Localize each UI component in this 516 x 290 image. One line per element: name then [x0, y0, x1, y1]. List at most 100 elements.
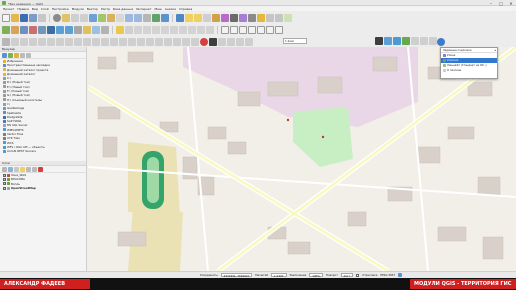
menu-analysis[interactable]: Анализ [165, 7, 176, 11]
advanced-digitizing-icon[interactable] [2, 37, 10, 46]
simplify-icon[interactable] [38, 37, 46, 46]
layer-styling-icon[interactable] [209, 37, 217, 46]
run-action-icon[interactable] [227, 37, 235, 46]
paste-features-icon[interactable] [188, 26, 196, 34]
merge-features-icon[interactable] [65, 37, 73, 46]
messages-icon[interactable] [398, 273, 403, 277]
gps-icon[interactable] [182, 37, 190, 46]
collapse-all-icon[interactable] [20, 52, 25, 58]
qms-search-icon[interactable] [384, 37, 392, 45]
map-tool-icon[interactable] [411, 37, 419, 45]
menu-view[interactable]: Вид [32, 7, 38, 11]
menu-mesh[interactable]: Меш [155, 7, 162, 11]
add-raster-layer-icon[interactable] [11, 26, 19, 34]
delete-part-icon[interactable] [128, 37, 136, 46]
measure-icon[interactable] [248, 13, 256, 22]
zoom-full-icon[interactable] [89, 13, 97, 22]
map-tips-icon[interactable] [257, 13, 265, 22]
dropdown-item[interactable]: О плагине [441, 68, 497, 73]
delete-selected-icon[interactable] [161, 26, 169, 34]
expand-all-icon[interactable] [26, 166, 31, 172]
crs-button[interactable]: EPSG:3857 [380, 273, 395, 277]
plugin-manager-icon[interactable] [236, 37, 244, 46]
menu-settings[interactable]: Настройки [52, 7, 69, 11]
open-project-icon[interactable] [11, 13, 19, 22]
menu-plugins[interactable]: Модули [72, 7, 84, 11]
rotation-field[interactable]: 0,0 ° [340, 273, 354, 278]
record-icon[interactable] [200, 37, 208, 46]
add-wms-icon[interactable] [56, 26, 64, 34]
statistical-summary-icon[interactable] [239, 13, 247, 22]
grid-icon[interactable] [429, 37, 437, 45]
zoom-to-layer-icon[interactable] [107, 13, 115, 22]
pan-icon[interactable] [53, 13, 61, 22]
scale-field[interactable]: 1:2307 [271, 273, 287, 278]
manage-visibility-icon[interactable] [14, 166, 19, 172]
add-postgis-icon[interactable] [47, 26, 55, 34]
layer-visibility-checkbox[interactable]: ✓ [3, 173, 6, 177]
vertex-tool-icon[interactable] [152, 26, 160, 34]
new-shapefile-icon[interactable] [92, 26, 100, 34]
pan-to-selection-icon[interactable] [62, 13, 70, 22]
select-by-value-icon[interactable] [194, 13, 202, 22]
add-delimited-text-icon[interactable] [29, 26, 37, 34]
attribute-table-icon[interactable] [212, 13, 220, 22]
copy-move-icon[interactable] [146, 37, 154, 46]
show-hide-labels-icon[interactable] [248, 26, 256, 34]
coordinate-capture-icon[interactable] [191, 37, 199, 46]
scale-combo[interactable]: 1:1мм [283, 38, 307, 44]
label-icon[interactable] [221, 26, 229, 34]
rotate-label-icon[interactable] [266, 26, 274, 34]
show-bookmarks-icon[interactable] [275, 13, 283, 22]
select-features-icon[interactable] [185, 13, 193, 22]
print-layout-icon[interactable] [29, 13, 37, 22]
menu-layer[interactable]: Слой [41, 7, 49, 11]
deselect-icon[interactable] [203, 13, 211, 22]
redo-icon[interactable] [206, 26, 214, 34]
menu-help[interactable]: Справка [179, 7, 192, 11]
temporal-controller-icon[interactable] [152, 13, 160, 22]
layer-visibility-checkbox[interactable]: ✓ [3, 182, 6, 186]
coordinate-field[interactable]: 5430441, 7629947 [220, 273, 253, 278]
menu-vector[interactable]: Вектор [87, 7, 98, 11]
split-features-icon[interactable] [56, 37, 64, 46]
filter-icon[interactable] [420, 37, 428, 45]
add-spatialite-icon[interactable] [38, 26, 46, 34]
render-checkbox[interactable] [356, 273, 360, 277]
add-ring-icon[interactable] [47, 37, 55, 46]
filter-legend-icon[interactable] [20, 166, 25, 172]
layer-visibility-checkbox[interactable]: ✓ [3, 177, 6, 181]
menu-web[interactable]: Интернет [136, 7, 151, 11]
add-vector-layer-icon[interactable] [2, 26, 10, 34]
scale-feature-icon[interactable] [155, 37, 163, 46]
browser-item[interactable]: ArcGIS REST Servers [3, 149, 86, 153]
georeferencer-icon[interactable] [173, 37, 181, 46]
fill-ring-icon[interactable] [110, 37, 118, 46]
properties-icon[interactable] [26, 52, 31, 58]
snapping-icon[interactable] [11, 37, 19, 46]
quickmapservices-icon[interactable] [437, 38, 445, 46]
globe-icon[interactable] [393, 37, 401, 45]
new-project-icon[interactable] [2, 13, 10, 22]
new-map-view-icon[interactable] [143, 13, 151, 22]
zoom-next-icon[interactable] [134, 13, 142, 22]
layer-item[interactable]: ✓ OpenStreetMap [3, 186, 86, 190]
layout-manager-icon[interactable] [38, 13, 46, 22]
zoom-in-icon[interactable] [71, 13, 79, 22]
move-feature-icon[interactable] [137, 37, 145, 46]
menu-database[interactable]: База данных [113, 7, 133, 11]
trim-extend-icon[interactable] [101, 37, 109, 46]
add-wfs-icon[interactable] [65, 26, 73, 34]
text-annotation-icon[interactable] [284, 13, 292, 22]
add-layer-icon[interactable] [8, 52, 13, 58]
add-feature-icon[interactable] [143, 26, 151, 34]
field-calculator-icon[interactable] [221, 13, 229, 22]
pin-label-icon[interactable] [239, 26, 247, 34]
cut-features-icon[interactable] [170, 26, 178, 34]
remove-layer-icon[interactable] [38, 166, 43, 172]
reverse-line-icon[interactable] [92, 37, 100, 46]
add-mesh-layer-icon[interactable] [20, 26, 28, 34]
magnifier-field[interactable]: 100% [309, 273, 323, 278]
save-project-icon[interactable] [20, 13, 28, 22]
zoom-native-icon[interactable] [116, 13, 124, 22]
